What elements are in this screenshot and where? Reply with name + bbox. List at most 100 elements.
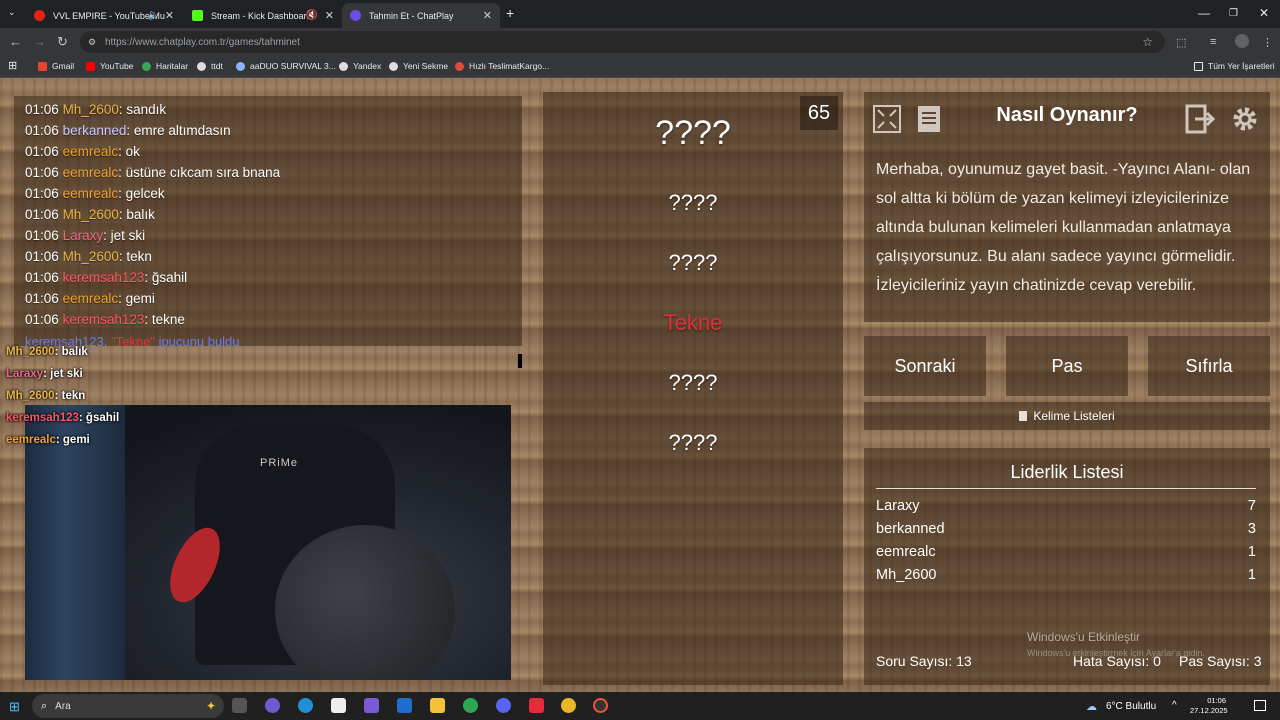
minimize-button[interactable]: —: [1198, 6, 1210, 20]
leaderboard-title: Liderlik Listesi: [1010, 462, 1124, 482]
overlay-chat-message: Mh_2600: balık: [6, 346, 88, 358]
chat-message: 01:06 keremsah123: ğsahil: [25, 270, 188, 285]
exit-icon[interactable]: [1184, 102, 1218, 136]
apps-icon[interactable]: ⊞: [8, 59, 17, 72]
tab-kick[interactable]: Stream - Kick Dashboard 🔇 ✕: [184, 3, 342, 28]
chat-message: 01:06 Laraxy: jet ski: [25, 228, 146, 243]
reset-button[interactable]: Sıfırla: [1148, 336, 1270, 396]
gmail-icon: [38, 61, 47, 71]
weather-cloud-icon: ☁: [1086, 701, 1097, 713]
url-path: games/tahminet: [228, 36, 300, 48]
bookmark-kargo[interactable]: Hızlı TeslimatKargo...: [455, 61, 549, 71]
tab-youtube[interactable]: VVL EMPIRE - YouTube Mu 🔈 ✕: [26, 3, 182, 28]
teams-icon[interactable]: [364, 698, 379, 713]
discord-icon[interactable]: [496, 698, 511, 713]
chat-message: 01:06 keremsah123: tekne: [25, 312, 185, 327]
url-host: https://www.chatplay.com.tr/: [105, 36, 229, 48]
close-window-button[interactable]: ✕: [1259, 6, 1269, 20]
bookmark-new-tab[interactable]: Yeni Sekme: [389, 61, 448, 71]
chat-message: 01:06 eemrealc: gelcek: [25, 186, 165, 201]
bookmark-maps[interactable]: Haritalar: [142, 61, 188, 71]
file-explorer-icon[interactable]: [430, 698, 445, 713]
search-placeholder: Ara: [55, 700, 71, 712]
overlay-chat-message: keremsah123: ğsahil: [6, 412, 120, 424]
tab-chatplay[interactable]: Tahmin Et - ChatPlay ✕: [342, 3, 500, 28]
forward-icon[interactable]: →: [33, 34, 46, 49]
question-count: Soru Sayısı: 13: [876, 653, 972, 669]
folder-icon: [1194, 61, 1203, 71]
outlook-icon[interactable]: [397, 698, 412, 713]
youtube-music-icon: [34, 10, 45, 21]
close-tab-icon[interactable]: ✕: [165, 9, 174, 22]
pass-count: Pas Sayısı: 3: [1179, 653, 1262, 669]
chat-message: 01:06 Mh_2600: sandık: [25, 102, 167, 117]
edge-icon[interactable]: [298, 698, 313, 713]
how-to-play-text: Merhaba, oyunumuz gayet basit. -Yayıncı …: [876, 161, 1251, 294]
bookmark-star-icon[interactable]: ☆: [1142, 35, 1153, 49]
site-info-icon[interactable]: ⚙: [88, 37, 96, 48]
hint-word: ????: [668, 370, 718, 395]
store-icon[interactable]: [331, 698, 346, 713]
leaderboard-panel: Liderlik Listesi Laraxy 7 berkanned 3 eemrea…: [864, 448, 1270, 685]
extensions-icon[interactable]: ⬚: [1176, 36, 1186, 49]
weather-text[interactable]: 6°C Bulutlu: [1106, 701, 1156, 712]
hint-word: ????: [668, 190, 718, 215]
task-view-icon[interactable]: [232, 698, 247, 713]
leaderboard-row: berkanned 3: [876, 521, 1256, 537]
next-button[interactable]: Sonraki: [864, 336, 986, 396]
hint-word: ????: [668, 250, 718, 275]
audio-icon[interactable]: 🔈: [148, 10, 160, 21]
error-count: Hata Sayısı: 0: [1073, 653, 1161, 669]
settings-gear-icon[interactable]: [1228, 102, 1262, 136]
chrome-icon[interactable]: [463, 698, 478, 713]
chat-message: 01:06 Mh_2600: balık: [25, 207, 155, 222]
restore-button[interactable]: ❐: [1229, 8, 1238, 19]
bookmark-yandex[interactable]: Yandex: [339, 61, 381, 71]
bookmark-youtube[interactable]: YouTube: [86, 61, 133, 71]
globe-icon: [389, 61, 398, 71]
reload-icon[interactable]: ↻: [57, 34, 68, 50]
menu-icon[interactable]: ⋮: [1262, 36, 1273, 49]
word-panel: ???? ???? ???? Tekne ???? ????: [543, 92, 843, 685]
close-tab-icon[interactable]: ✕: [483, 9, 492, 22]
close-tab-icon[interactable]: ✕: [325, 9, 334, 22]
overlay-chat-message: eemrealc: gemi: [6, 434, 90, 446]
taskbar-search[interactable]: ⌕ Ara ✦: [32, 694, 224, 718]
bookmark-aaduo[interactable]: aaDUO SURVIVAL 3...: [236, 61, 336, 71]
app-icon[interactable]: [529, 698, 544, 713]
windows-activation-watermark: Windows'u Etkinleştir: [1027, 630, 1140, 644]
tray-chevron-icon[interactable]: ^: [1172, 700, 1177, 711]
webcam-feed: PRiMe: [25, 405, 511, 680]
notifications-icon[interactable]: [1254, 700, 1266, 711]
all-bookmarks[interactable]: Tüm Yer İşaretleri: [1194, 61, 1275, 71]
youtube-icon: [86, 61, 95, 71]
hint-word-found: Tekne: [663, 310, 723, 335]
site-icon: [236, 61, 245, 71]
chat-message: 01:06 berkanned: emre altımdasın: [25, 123, 231, 138]
bookmark-ttdt[interactable]: ttdt: [197, 61, 223, 71]
word-lists-button[interactable]: Kelime Listeleri: [864, 402, 1270, 430]
back-icon[interactable]: ←: [9, 34, 22, 49]
overlay-chat-message: Mh_2600: tekn: [6, 390, 86, 402]
chrome-profile-icon[interactable]: [561, 698, 576, 713]
profile-avatar[interactable]: [1235, 34, 1249, 48]
windows-start-icon[interactable]: ⊞: [9, 699, 20, 715]
pass-button[interactable]: Pas: [1006, 336, 1128, 396]
globe-icon: [197, 61, 206, 71]
tab-search-icon[interactable]: ⌄: [8, 7, 16, 18]
media-icon[interactable]: ≡: [1210, 36, 1216, 48]
copilot-icon[interactable]: [265, 698, 280, 713]
chat-message: 01:06 eemrealc: ok: [25, 144, 140, 159]
chat-scrollbar[interactable]: [518, 354, 522, 368]
new-tab-button[interactable]: +: [506, 5, 514, 21]
bookmark-gmail[interactable]: Gmail: [38, 61, 74, 71]
chat-message: 01:06 Mh_2600: tekn: [25, 249, 152, 264]
obs-icon[interactable]: [593, 698, 608, 713]
clock[interactable]: 01:06 27.12.2025: [1190, 696, 1228, 716]
globe-icon: [339, 61, 348, 71]
muted-icon[interactable]: 🔇: [306, 10, 318, 21]
bookmarks-bar: ⊞ Gmail YouTube Haritalar ttdt aaDUO SUR…: [0, 56, 1280, 78]
browser-tab-bar: ⌄ VVL EMPIRE - YouTube Mu 🔈 ✕ Stream - K…: [0, 0, 1280, 28]
chat-message: 01:06 eemrealc: gemi: [25, 291, 155, 306]
url-bar[interactable]: ⚙ https://www.chatplay.com.tr/games/tahm…: [80, 31, 1165, 53]
